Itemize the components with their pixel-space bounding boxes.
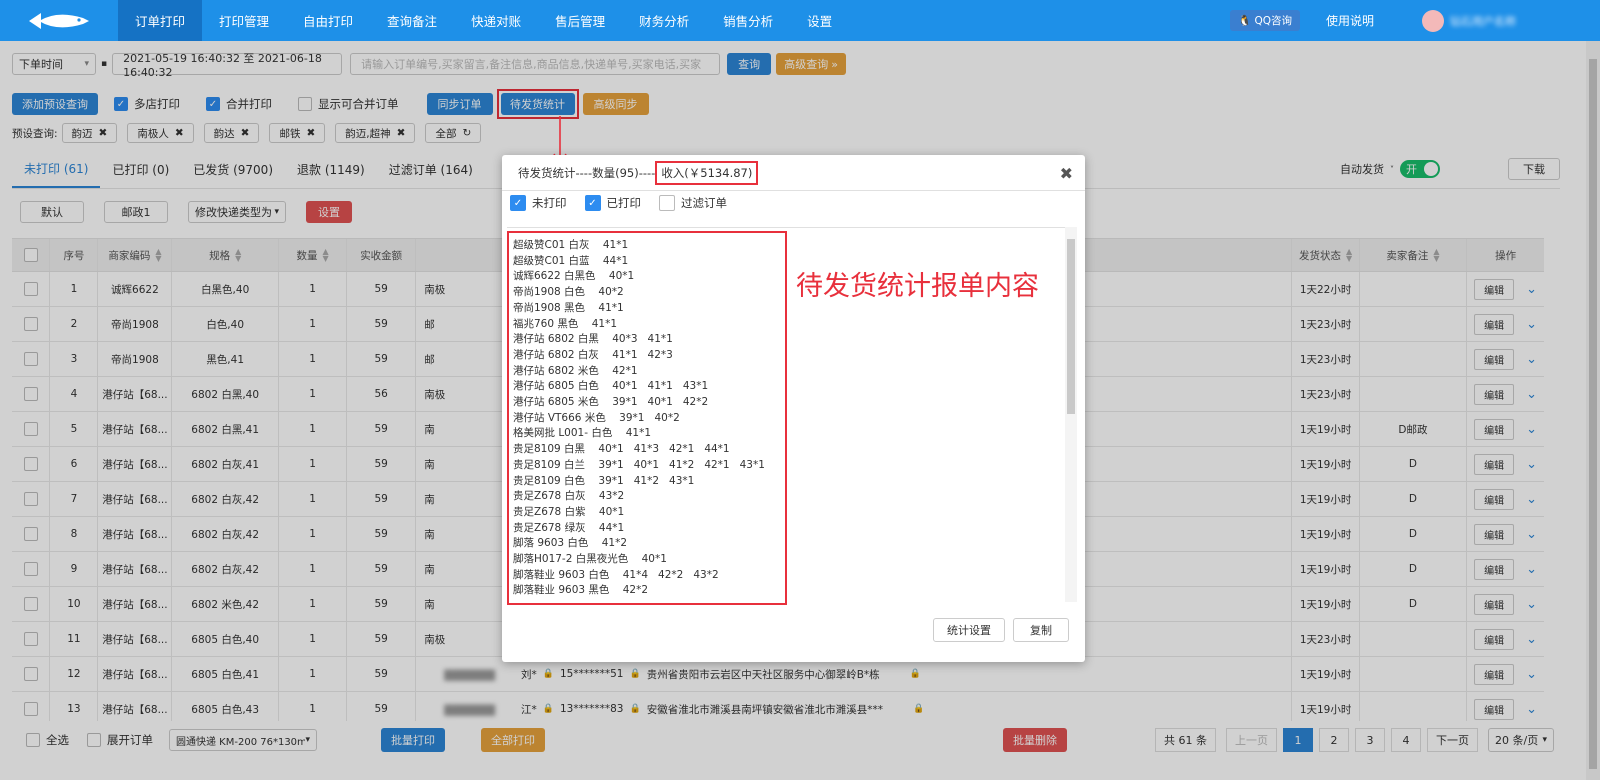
stats-line: 港仔站 6802 米色 42*1 bbox=[513, 364, 638, 377]
filter-filtered-label: 过滤订单 bbox=[681, 196, 727, 210]
pending-stats-modal: 待发货统计----数量(95)---- 收入(￥5134.87) ✖ ✓ 未打印 … bbox=[502, 155, 1085, 662]
copy-button[interactable]: 复制 bbox=[1013, 618, 1069, 642]
stats-line: 贵足Z678 白灰 43*2 bbox=[513, 490, 625, 503]
stats-settings-button[interactable]: 统计设置 bbox=[933, 618, 1005, 642]
nav-item-5[interactable]: 售后管理 bbox=[538, 0, 622, 41]
stats-line: 福兆760 黑色 41*1 bbox=[513, 317, 618, 330]
annotation-text: 待发货统计报单内容 bbox=[796, 271, 1039, 302]
stats-line: 脚落H017-2 白黑夜光色 40*1 bbox=[513, 553, 667, 566]
close-icon[interactable]: ✖ bbox=[1060, 164, 1073, 183]
stats-line: 港仔站 6805 白色 40*1 41*1 43*1 bbox=[513, 380, 709, 393]
checkbox-empty-icon bbox=[659, 195, 675, 211]
stats-line: 港仔站 6805 米色 39*1 40*1 42*2 bbox=[513, 396, 709, 409]
avatar bbox=[1422, 9, 1444, 32]
income-highlight: 收入(￥5134.87) bbox=[655, 160, 759, 185]
filter-printed-checkbox[interactable]: ✓ 已打印 bbox=[584, 195, 642, 211]
stats-line: 诚辉6622 白黑色 40*1 bbox=[513, 270, 635, 283]
checkbox-checked-icon: ✓ bbox=[510, 195, 526, 211]
stats-line: 格美网批 L001- 白色 41*1 bbox=[513, 427, 651, 440]
filter-unprinted-checkbox[interactable]: ✓ 未打印 bbox=[510, 195, 567, 211]
checkbox-checked-icon: ✓ bbox=[584, 195, 601, 211]
filter-printed-label: 已打印 bbox=[606, 196, 642, 210]
nav-item-6[interactable]: 财务分析 bbox=[622, 0, 706, 41]
filter-unprinted-label: 未打印 bbox=[532, 196, 567, 210]
nav-item-3[interactable]: 查询备注 bbox=[370, 0, 454, 41]
stats-line: 港仔站 VT666 米色 39*1 40*2 bbox=[513, 411, 680, 424]
top-nav: 订单打印 打印管理 自由打印 查询备注 快递对账 售后管理 财务分析 销售分析 设置 🐧 QQ咨询… bbox=[0, 0, 1600, 41]
modal-header: 待发货统计----数量(95)---- 收入(￥5134.87) ✖ bbox=[502, 155, 1085, 191]
stats-scrollbar[interactable] bbox=[1065, 227, 1077, 602]
stats-line: 脚落 9603 白色 41*2 bbox=[513, 537, 628, 550]
nav-item-8[interactable]: 设置 bbox=[790, 0, 849, 41]
qq-label: QQ咨询 bbox=[1254, 15, 1292, 27]
stats-line: 超级赞C01 白蓝 44*1 bbox=[513, 254, 629, 267]
penguin-icon: 🐧 bbox=[1238, 15, 1252, 27]
stats-line: 贵足Z678 白紫 40*1 bbox=[513, 505, 625, 518]
modal-title: 待发货统计----数量(95)---- bbox=[518, 165, 656, 180]
stats-line: 超级赞C01 白灰 41*1 bbox=[513, 239, 629, 251]
stats-list: 超级赞C01 白灰 41*1 超级赞C01 白蓝 44*1 诚辉6622 白黑色 4… bbox=[507, 231, 787, 605]
qq-consult-button[interactable]: 🐧 QQ咨询 bbox=[1230, 10, 1300, 31]
user-menu[interactable]: 钻石用户名称 bbox=[1422, 9, 1516, 32]
logo[interactable] bbox=[0, 0, 118, 41]
stats-line: 贵足8109 白黑 40*1 41*3 42*1 44*1 bbox=[513, 443, 730, 456]
nav-item-4[interactable]: 快递对账 bbox=[454, 0, 538, 41]
nav-item-7[interactable]: 销售分析 bbox=[706, 0, 790, 41]
stats-line: 贵足Z678 绿灰 44*1 bbox=[513, 521, 625, 534]
stats-line: 港仔站 6802 白灰 41*1 42*3 bbox=[513, 348, 673, 361]
stats-line: 贵足8109 白兰 39*1 40*1 41*2 42*1 43*1 bbox=[513, 458, 765, 471]
stats-line: 脚落鞋业 9603 黑色 42*2 bbox=[513, 584, 649, 597]
filter-filtered-checkbox[interactable]: 过滤订单 bbox=[659, 195, 727, 211]
fish-logo-icon bbox=[29, 12, 89, 29]
stats-line: 脚落鞋业 9603 白色 41*4 42*2 43*2 bbox=[513, 568, 719, 581]
stats-line: 帝尚1908 白色 40*2 bbox=[513, 286, 624, 299]
nav-item-2[interactable]: 自由打印 bbox=[286, 0, 370, 41]
modal-filters: ✓ 未打印 ✓ 已打印 过滤订单 bbox=[510, 195, 727, 211]
stats-line: 贵足8109 白色 39*1 41*2 43*1 bbox=[513, 474, 695, 487]
usage-guide-link[interactable]: 使用说明 bbox=[1326, 12, 1374, 29]
user-name: 钻石用户名称 bbox=[1450, 14, 1516, 28]
nav-menu: 订单打印 打印管理 自由打印 查询备注 快递对账 售后管理 财务分析 销售分析 设置 bbox=[118, 0, 849, 41]
nav-item-1[interactable]: 打印管理 bbox=[202, 0, 286, 41]
stats-line: 帝尚1908 黑色 41*1 bbox=[513, 301, 624, 314]
nav-item-0[interactable]: 订单打印 bbox=[118, 0, 203, 41]
stats-line: 港仔站 6802 白黑 40*3 41*1 bbox=[513, 333, 673, 346]
stats-scrollbar-thumb[interactable] bbox=[1067, 239, 1075, 414]
